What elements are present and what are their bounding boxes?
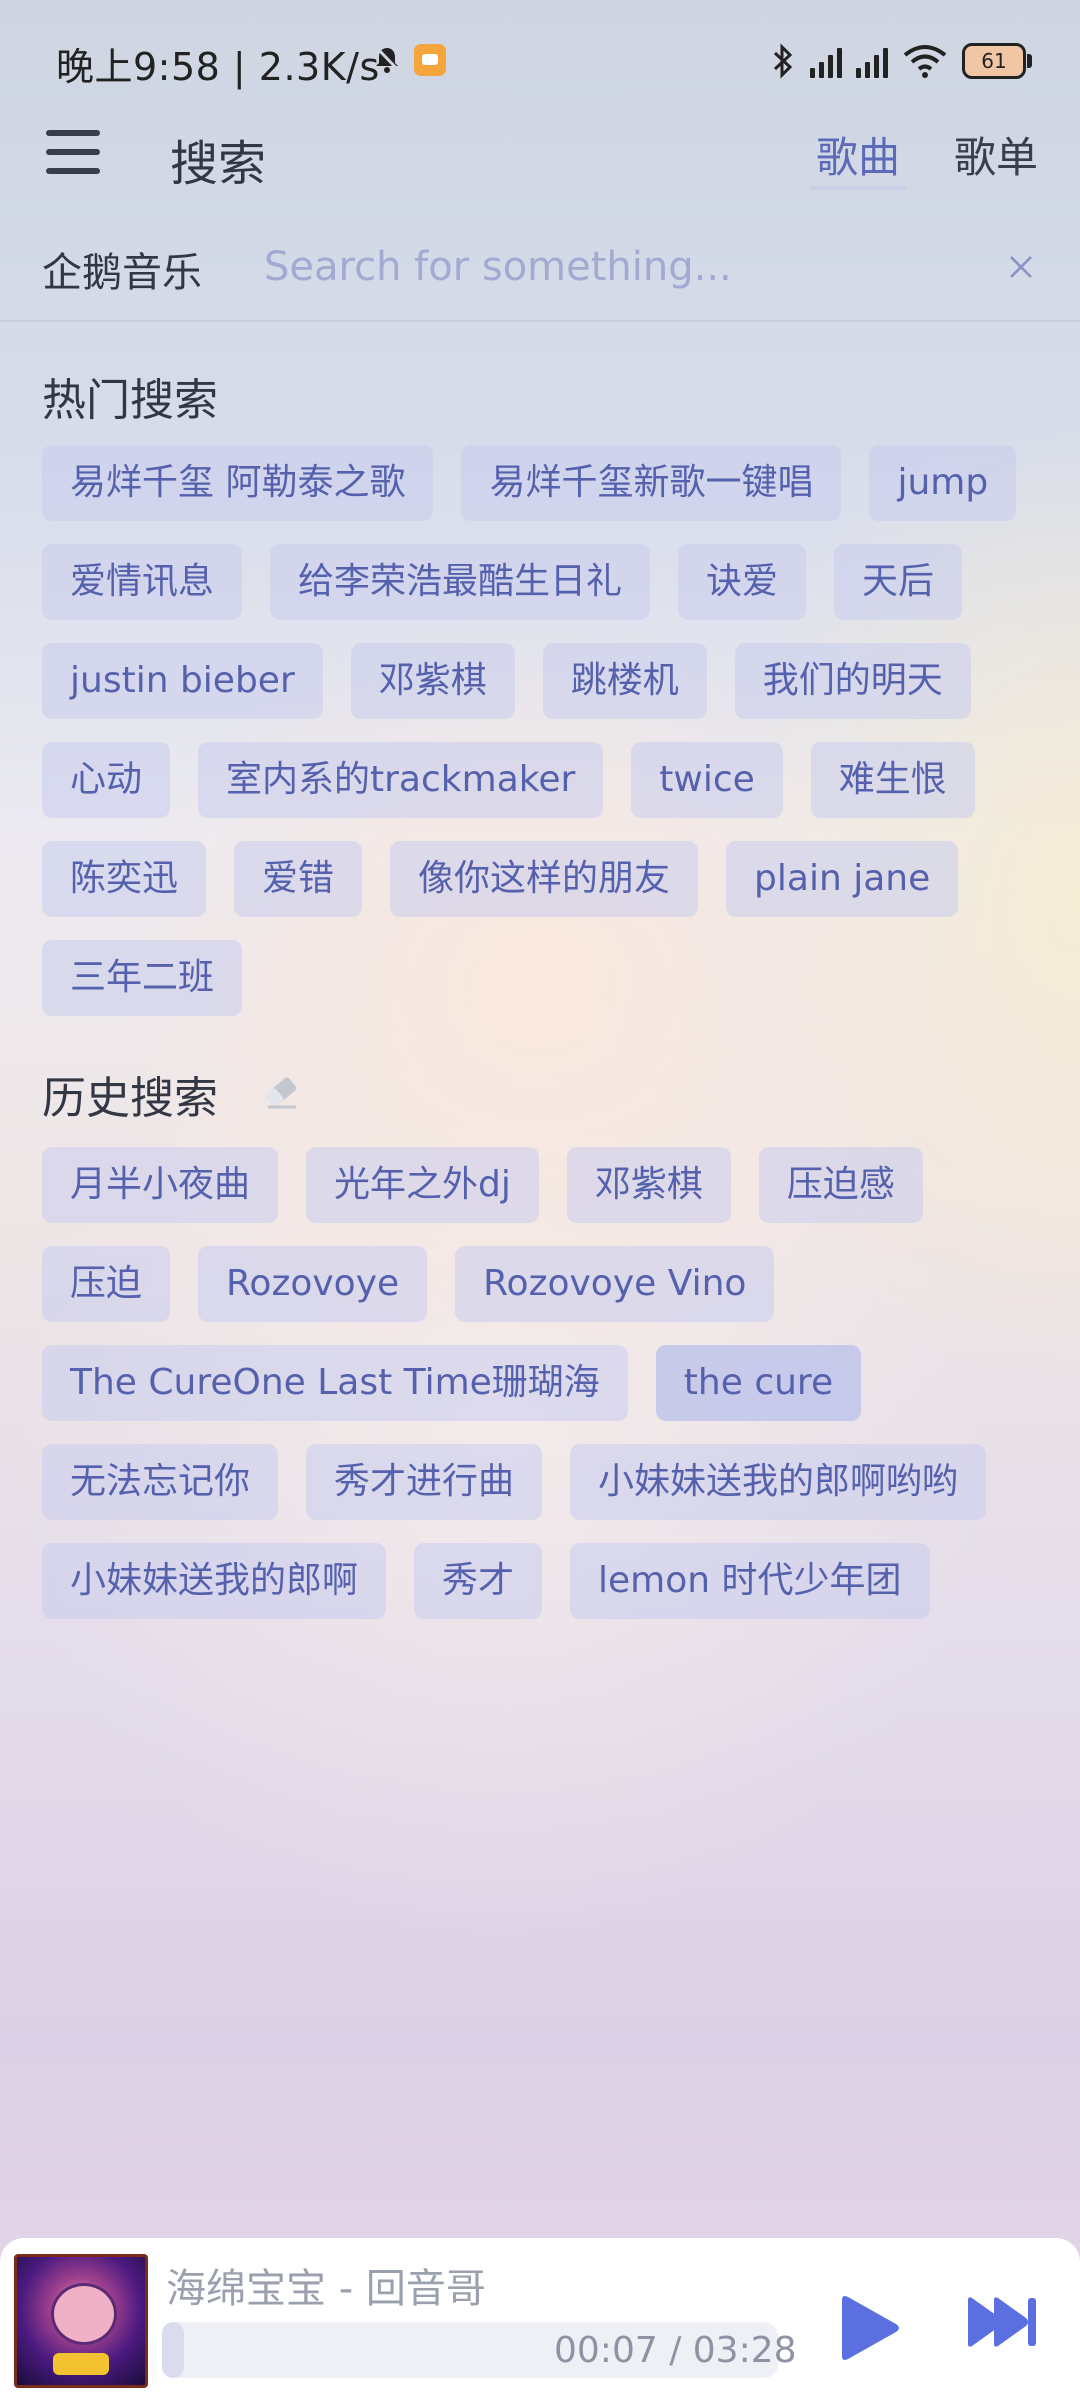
hot-search-chip[interactable]: 爱错 [234,841,363,917]
hot-search-chip[interactable]: 室内系的trackmaker [198,742,604,818]
status-bar: 晚上9:58 | 2.3K/s 61 [0,0,1080,120]
history-search-chip[interactable]: 月半小夜曲 [42,1147,279,1223]
hot-search-chip[interactable]: jump [869,445,1017,521]
hot-search-chip[interactable]: 易烊千玺 阿勒泰之歌 [42,445,434,521]
hot-search-chip[interactable]: plain jane [726,841,959,917]
playback-time: 00:07 / 03:28 [554,2330,797,2371]
history-search-chip[interactable]: Rozovoye Vino [455,1246,775,1322]
tab-songs[interactable]: 歌曲 [816,124,900,185]
tab-playlists[interactable]: 歌单 [954,124,1038,185]
hot-search-chip[interactable]: 陈奕迅 [42,841,207,917]
hot-search-chip[interactable]: 像你这样的朋友 [390,841,699,917]
history-search-chip[interactable]: the cure [655,1345,862,1421]
status-icons: 61 [770,36,1032,86]
bluetooth-icon [773,43,793,79]
search-input[interactable] [262,236,966,298]
mute-bell-icon [374,45,401,73]
history-search-chip[interactable]: lemon 时代少年团 [570,1543,930,1619]
hot-search-chip[interactable]: 给李荣浩最酷生日礼 [270,544,651,620]
hot-search-chip[interactable]: 邓紫棋 [350,643,515,719]
hot-search-chip[interactable]: 诀爱 [678,544,807,620]
status-time: 晚上9:58 | 2.3K/s [56,45,380,89]
history-search-list: 月半小夜曲 光年之外dj 邓紫棋 压迫感压迫 Rozovoye Rozovoye Vino… [42,1147,1052,1619]
history-search-chip[interactable]: 压迫感 [758,1147,923,1223]
hot-search-chip[interactable]: 三年二班 [42,940,243,1016]
history-search-chip[interactable]: 小妹妹送我的郎啊哟哟 [570,1444,987,1520]
hot-search-chip[interactable]: twice [631,742,783,818]
history-search-title: 历史搜索 [42,1073,218,1124]
history-search-chip[interactable]: The CureOne Last Time珊瑚海 [42,1345,628,1421]
history-search-chip[interactable]: 秀才 [414,1543,543,1619]
history-search-chip[interactable]: Rozovoye [198,1246,428,1322]
album-cover[interactable] [14,2254,148,2388]
signal-icon [810,44,842,78]
hot-search-chip[interactable]: 心动 [42,742,171,818]
divider [0,320,1080,322]
wifi-icon [903,45,947,78]
app-notification-icon [414,44,446,76]
hot-search-chip[interactable]: 跳楼机 [542,643,707,719]
eraser-icon[interactable] [260,1074,302,1110]
hot-search-chip[interactable]: 爱情讯息 [42,544,243,620]
page-title: 搜索 [170,136,267,192]
history-search-chip[interactable]: 秀才进行曲 [306,1444,543,1520]
battery-icon: 61 [962,43,1032,79]
history-search-chip[interactable]: 压迫 [42,1246,171,1322]
progress-fill [162,2322,184,2378]
hot-search-chip[interactable]: 难生恨 [810,742,975,818]
hot-search-title: 热门搜索 [42,375,218,426]
history-search-chip[interactable]: 小妹妹送我的郎啊 [42,1543,387,1619]
hot-search-chip[interactable]: 易烊千玺新歌一键唱 [461,445,842,521]
menu-icon[interactable] [46,130,100,174]
history-search-chip[interactable]: 光年之外dj [306,1147,539,1223]
music-source-selector[interactable]: 企鹅音乐 [42,240,202,298]
next-track-icon[interactable] [964,2296,1038,2348]
hot-search-chip[interactable]: justin bieber [42,643,323,719]
now-playing-title: 海绵宝宝 - 回音哥 [166,2266,486,2312]
hot-search-list: 易烊千玺 阿勒泰之歌 易烊千玺新歌一键唱 jump 爱情讯息 给李荣浩最酷生日礼 诀爱 天后… [42,445,1052,1016]
hot-search-chip[interactable]: 天后 [834,544,963,620]
clear-icon[interactable] [1008,254,1034,280]
history-search-chip[interactable]: 邓紫棋 [566,1147,731,1223]
play-icon[interactable] [836,2294,902,2362]
tab-active-indicator [810,186,906,190]
hot-search-chip[interactable]: 我们的明天 [734,643,971,719]
signal-icon [856,44,888,78]
history-search-chip[interactable]: 无法忘记你 [42,1444,279,1520]
